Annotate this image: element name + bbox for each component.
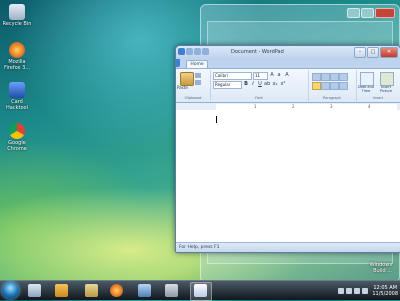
explorer-icon[interactable] <box>85 284 98 297</box>
align-right-icon[interactable] <box>330 82 339 90</box>
taskbar: 12:05 AM 11/5/2008 <box>0 280 400 301</box>
system-tray: 12:05 AM 11/5/2008 <box>338 282 398 299</box>
desktop-icon-google-chrome[interactable]: Google Chrome <box>2 123 32 152</box>
insert-group-label: Insert <box>372 96 384 100</box>
network-icon[interactable] <box>138 284 151 297</box>
paragraph-group-label: Paragraph <box>323 96 341 100</box>
wordpad-window[interactable]: Document - WordPad – □ ✕ Home Paste Clip… <box>175 45 400 253</box>
window-title: Document - WordPad <box>231 49 284 55</box>
date-time-label[interactable]: Date and Time <box>357 85 375 93</box>
ribbon: Paste Clipboard Calibri 11 A a A Regular… <box>176 68 400 103</box>
tray-icon[interactable] <box>346 287 353 294</box>
align-center-icon[interactable] <box>321 82 330 90</box>
tray-icon[interactable] <box>338 287 345 294</box>
subscript-icon[interactable]: x₂ <box>272 81 278 87</box>
application-menu-button[interactable] <box>176 59 180 67</box>
clock-time: 12:05 AM <box>373 284 398 291</box>
maximize-icon[interactable] <box>361 8 374 18</box>
show-desktop-icon[interactable] <box>28 284 41 297</box>
desktop-icon-label: Google Chrome <box>7 140 27 152</box>
redo-icon[interactable] <box>202 48 209 55</box>
date-time-icon[interactable] <box>360 72 374 86</box>
window-controls: – □ ✕ <box>354 47 398 58</box>
desktop-icon-card-hacktool[interactable]: Card Hacktool <box>2 82 32 111</box>
desktop-icon-recycle-bin[interactable]: Recycle Bin <box>2 4 32 27</box>
font-size-select[interactable]: 11 <box>253 72 268 80</box>
maximize-button[interactable]: □ <box>367 47 379 58</box>
clipboard-group: Paste Clipboard <box>176 70 211 101</box>
style-select[interactable]: Regular <box>213 81 242 89</box>
paragraph-group: Paragraph <box>308 70 357 101</box>
desktop-icon-label: Card Hacktool <box>6 99 28 111</box>
paste-label: Paste <box>177 85 188 90</box>
underline-icon[interactable]: U <box>257 81 263 87</box>
volume-icon[interactable] <box>362 287 369 294</box>
wordpad-app-icon[interactable] <box>178 48 185 55</box>
bullets-icon[interactable] <box>330 73 339 81</box>
bold-icon[interactable]: B <box>243 81 249 87</box>
shrink-font-icon[interactable]: a <box>276 72 282 78</box>
firefox-taskbar-icon[interactable] <box>110 284 123 297</box>
strikethrough-icon[interactable]: ab <box>264 81 270 87</box>
copy-icon[interactable] <box>195 80 201 85</box>
chrome-icon <box>9 123 25 139</box>
media-player-icon[interactable] <box>55 284 68 297</box>
start-button[interactable] <box>2 282 19 299</box>
minimize-button[interactable]: – <box>354 47 366 58</box>
insert-group: Date and Time Insert Picture Insert <box>356 70 400 101</box>
line-spacing-icon[interactable] <box>339 73 348 81</box>
font-name-select[interactable]: Calibri <box>213 72 252 80</box>
status-bar: For Help, press F1 <box>176 242 400 252</box>
font-group-label: Font <box>255 96 263 100</box>
superscript-icon[interactable]: x² <box>280 81 286 87</box>
recycle-bin-icon <box>9 4 25 20</box>
quick-access-toolbar <box>178 48 209 55</box>
italic-icon[interactable]: I <box>250 81 256 87</box>
paste-icon[interactable] <box>180 72 194 86</box>
desktop-icon-label: Mozilla Firefox 3... <box>3 59 31 71</box>
increase-indent-icon[interactable] <box>321 73 330 81</box>
justify-icon[interactable] <box>339 82 348 90</box>
wordpad-taskbar-icon <box>194 284 207 297</box>
document-area[interactable] <box>176 110 400 242</box>
os-watermark: Windows Build ... <box>370 262 392 274</box>
decrease-indent-icon[interactable] <box>312 73 321 81</box>
desktop-icon-firefox[interactable]: Mozilla Firefox 3... <box>2 42 32 71</box>
align-left-icon[interactable] <box>312 82 321 90</box>
os-watermark-line2: Build ... <box>373 268 392 274</box>
ribbon-tabs: Home <box>176 59 400 69</box>
firefox-icon <box>9 42 25 58</box>
close-button[interactable]: ✕ <box>380 47 398 58</box>
clipboard-group-label: Clipboard <box>184 96 202 100</box>
text-cursor <box>216 116 217 123</box>
clock-date: 11/5/2008 <box>372 290 398 297</box>
minimize-icon[interactable] <box>347 8 360 18</box>
tool-icon[interactable] <box>165 284 178 297</box>
insert-picture-icon[interactable] <box>380 72 394 86</box>
close-icon[interactable] <box>375 8 395 18</box>
desktop-icon-label: Recycle Bin <box>2 21 32 27</box>
title-bar[interactable]: Document - WordPad – □ ✕ <box>176 46 400 59</box>
clock[interactable]: 12:05 AM 11/5/2008 <box>372 285 398 297</box>
save-icon[interactable] <box>186 48 193 55</box>
font-color-icon[interactable]: A <box>284 72 290 78</box>
background-window-controls <box>347 8 395 18</box>
undo-icon[interactable] <box>194 48 201 55</box>
card-hacktool-icon <box>9 82 25 98</box>
grow-font-icon[interactable]: A <box>269 72 275 78</box>
cut-icon[interactable] <box>195 73 201 78</box>
insert-picture-label[interactable]: Insert Picture <box>377 85 395 93</box>
font-group: Calibri 11 A a A Regular B I U ab x₂ x² … <box>210 70 309 101</box>
network-tray-icon[interactable] <box>354 287 361 294</box>
